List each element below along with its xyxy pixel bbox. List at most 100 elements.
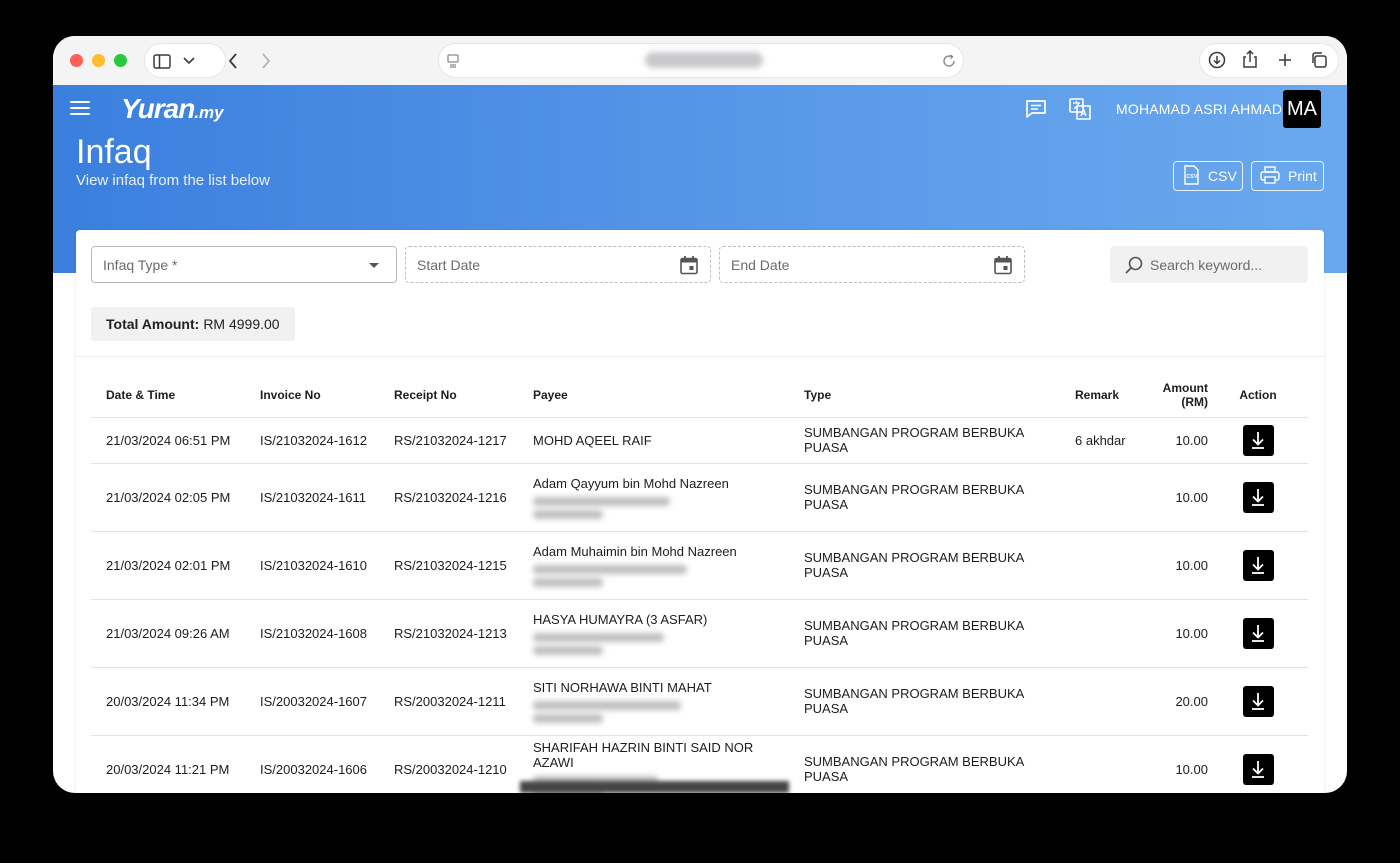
browser-toolbar (53, 36, 1347, 85)
invoice-cell: IS/21032024-1612 (245, 417, 379, 464)
close-window-button[interactable] (70, 54, 83, 67)
payee-cell: SITI NORHAWA BINTI MAHAT (518, 667, 789, 736)
reload-icon[interactable] (941, 53, 957, 69)
download-receipt-button[interactable] (1242, 424, 1274, 456)
datetime-cell: 20/03/2024 11:34 PM (91, 667, 245, 736)
remark-cell (1060, 531, 1130, 600)
invoice-cell: IS/21032024-1608 (245, 599, 379, 668)
column-header[interactable]: Remark (1060, 374, 1130, 418)
translate-icon[interactable] (1068, 97, 1092, 121)
infaq-type-select[interactable]: Infaq Type * (91, 246, 397, 283)
table-header-row: Date & Time Invoice No Receipt No Payee … (91, 374, 1308, 418)
receipt-cell: RS/21032024-1215 (379, 531, 518, 600)
calendar-icon[interactable] (679, 255, 699, 275)
amount-cell: 20.00 (1130, 667, 1208, 736)
forward-icon[interactable] (256, 51, 276, 71)
remark-cell (1060, 463, 1130, 532)
datetime-cell: 20/03/2024 11:21 PM (91, 735, 245, 793)
payee-cell: Adam Qayyum bin Mohd Nazreen (518, 463, 789, 532)
action-cell (1208, 531, 1308, 600)
payee-cell: Adam Muhaimin bin Mohd Nazreen (518, 531, 789, 600)
new-tab-icon[interactable] (1275, 50, 1295, 70)
remark-cell (1060, 599, 1130, 668)
invoice-cell: IS/20032024-1607 (245, 667, 379, 736)
dropdown-arrow-icon (369, 263, 379, 268)
type-cell: SUMBANGAN PROGRAM BERBUKA PUASA (789, 735, 1060, 793)
download-receipt-button[interactable] (1242, 617, 1274, 649)
svg-text:CSV: CSV (1186, 174, 1198, 180)
download-receipt-button[interactable] (1242, 753, 1274, 785)
column-header[interactable]: Invoice No (245, 374, 379, 418)
sidebar-icon[interactable] (152, 52, 172, 70)
action-cell (1208, 417, 1308, 464)
download-arrow-icon (1252, 489, 1264, 506)
minimize-window-button[interactable] (92, 54, 105, 67)
calendar-icon[interactable] (993, 255, 1013, 275)
table-row: 21/03/2024 02:05 PM IS/21032024-1611 RS/21… (91, 463, 1308, 532)
chat-icon[interactable] (1024, 97, 1048, 121)
redacted-text (533, 632, 664, 642)
action-cell (1208, 463, 1308, 532)
zoom-window-button[interactable] (114, 54, 127, 67)
search-icon (1124, 255, 1144, 275)
receipt-cell: RS/20032024-1211 (379, 667, 518, 736)
download-receipt-button[interactable] (1242, 481, 1274, 513)
download-arrow-icon (1252, 693, 1264, 710)
share-icon[interactable] (1240, 49, 1260, 69)
invoice-cell: IS/21032024-1611 (245, 463, 379, 532)
chevron-down-icon[interactable] (181, 53, 197, 69)
receipt-cell: RS/21032024-1217 (379, 417, 518, 464)
datetime-cell: 21/03/2024 09:26 AM (91, 599, 245, 668)
back-icon[interactable] (223, 51, 243, 71)
table-row: 20/03/2024 11:34 PM IS/20032024-1607 RS/20… (91, 667, 1308, 736)
url-text-redacted (645, 52, 763, 68)
column-header: Action (1208, 374, 1308, 418)
column-header[interactable]: Amount (RM) (1130, 374, 1208, 418)
browser-window: Yuran.my MOHAMAD ASRI AHMAD MA Infaq Vie… (53, 36, 1347, 793)
amount-cell: 10.00 (1130, 417, 1208, 464)
payee-cell: HASYA HUMAYRA (3 ASFAR) (518, 599, 789, 668)
remark-cell (1060, 667, 1130, 736)
download-receipt-button[interactable] (1242, 549, 1274, 581)
hamburger-menu-icon[interactable] (70, 101, 90, 117)
start-date-field[interactable]: Start Date (405, 246, 711, 283)
yuran-logo[interactable]: Yuran.my (121, 93, 224, 125)
infaq-card: Infaq Type * Start Date End Date Search … (76, 230, 1324, 793)
download-arrow-icon (1252, 761, 1264, 778)
amount-cell: 10.00 (1130, 735, 1208, 793)
page-settings-icon[interactable] (445, 53, 461, 69)
redacted-text (533, 496, 670, 506)
print-button[interactable]: Print (1251, 161, 1324, 191)
download-arrow-icon (1252, 625, 1264, 642)
divider (76, 356, 1324, 357)
page-subtitle: View infaq from the list below (76, 172, 270, 189)
invoice-cell: IS/20032024-1606 (245, 735, 379, 793)
payee-cell: MOHD AQEEL RAIF (518, 417, 789, 464)
type-cell: SUMBANGAN PROGRAM BERBUKA PUASA (789, 417, 1060, 464)
action-cell (1208, 667, 1308, 736)
tab-overview-icon[interactable] (1309, 50, 1329, 70)
datetime-cell: 21/03/2024 02:05 PM (91, 463, 245, 532)
column-header[interactable]: Date & Time (91, 374, 245, 418)
csv-file-icon: CSV (1182, 164, 1200, 188)
infaq-table: Date & Time Invoice No Receipt No Payee … (91, 374, 1308, 793)
printer-icon (1260, 165, 1280, 187)
column-header[interactable]: Receipt No (379, 374, 518, 418)
amount-cell: 10.00 (1130, 531, 1208, 600)
avatar[interactable]: MA (1283, 90, 1321, 128)
total-amount-badge: Total Amount: RM 4999.00 (91, 307, 295, 341)
invoice-cell: IS/21032024-1610 (245, 531, 379, 600)
action-cell (1208, 599, 1308, 668)
type-cell: SUMBANGAN PROGRAM BERBUKA PUASA (789, 463, 1060, 532)
download-arrow-icon (1252, 557, 1264, 574)
csv-export-button[interactable]: CSV CSV (1173, 161, 1243, 191)
end-date-field[interactable]: End Date (719, 246, 1025, 283)
type-cell: SUMBANGAN PROGRAM BERBUKA PUASA (789, 667, 1060, 736)
column-header[interactable]: Type (789, 374, 1060, 418)
amount-cell: 10.00 (1130, 599, 1208, 668)
search-input[interactable]: Search keyword... (1110, 246, 1308, 283)
download-receipt-button[interactable] (1242, 685, 1274, 717)
user-name[interactable]: MOHAMAD ASRI AHMAD (1116, 101, 1282, 117)
download-icon[interactable] (1207, 50, 1227, 70)
column-header[interactable]: Payee (518, 374, 789, 418)
